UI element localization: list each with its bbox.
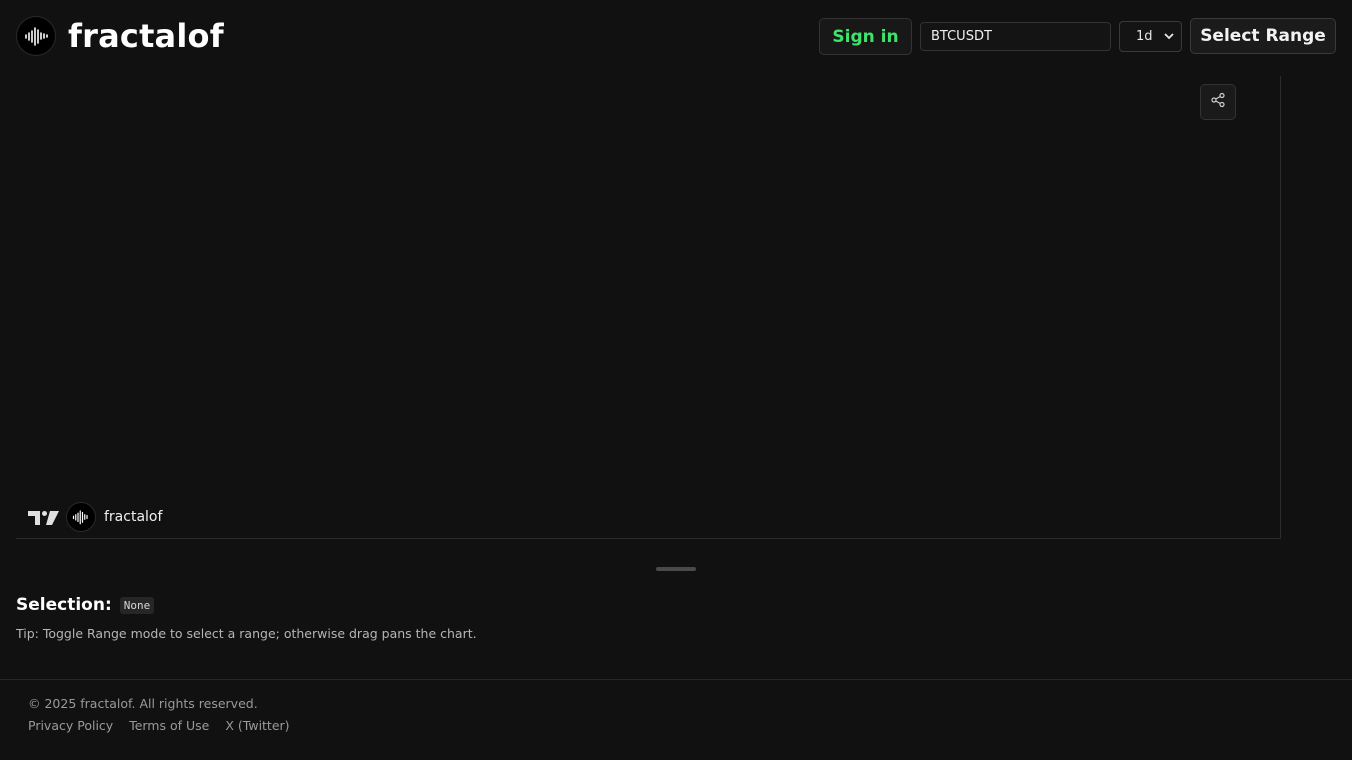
sign-in-button[interactable]: Sign in <box>819 18 912 55</box>
copyright-text: © 2025 fractalof. All rights reserved. <box>28 696 258 711</box>
top-header: fractalof Sign in BTCUSDT 1d Select Rang… <box>0 0 1352 72</box>
chart-attribution: fractalof <box>28 502 162 532</box>
select-range-button[interactable]: Select Range <box>1190 18 1336 54</box>
interval-select[interactable]: 1d <box>1119 21 1182 52</box>
brand-name: fractalof <box>68 17 224 55</box>
chart-resize-handle[interactable] <box>656 567 696 571</box>
terms-of-use-link[interactable]: Terms of Use <box>129 718 209 733</box>
selection-status: Selection: None <box>16 595 155 615</box>
share-icon <box>1210 92 1226 112</box>
tradingview-logo-icon[interactable] <box>28 508 60 526</box>
share-button[interactable] <box>1200 84 1236 120</box>
attribution-name: fractalof <box>104 509 163 525</box>
waveform-logo-icon <box>66 502 96 532</box>
chart-canvas[interactable]: fractalof <box>16 76 1281 539</box>
x-twitter-link[interactable]: X (Twitter) <box>225 718 289 733</box>
selection-label: Selection: <box>16 595 112 615</box>
symbol-input[interactable]: BTCUSDT <box>920 22 1111 51</box>
waveform-logo-icon <box>16 16 56 56</box>
interval-selected-value: 1d <box>1136 29 1153 44</box>
tip-text: Tip: Toggle Range mode to select a range… <box>16 626 477 641</box>
footer: © 2025 fractalof. All rights reserved. P… <box>0 679 1352 760</box>
chevron-down-icon <box>1163 30 1175 46</box>
brand[interactable]: fractalof <box>16 16 224 56</box>
selection-value-badge: None <box>119 596 155 614</box>
footer-links: Privacy Policy Terms of Use X (Twitter) <box>28 718 306 733</box>
privacy-policy-link[interactable]: Privacy Policy <box>28 718 113 733</box>
